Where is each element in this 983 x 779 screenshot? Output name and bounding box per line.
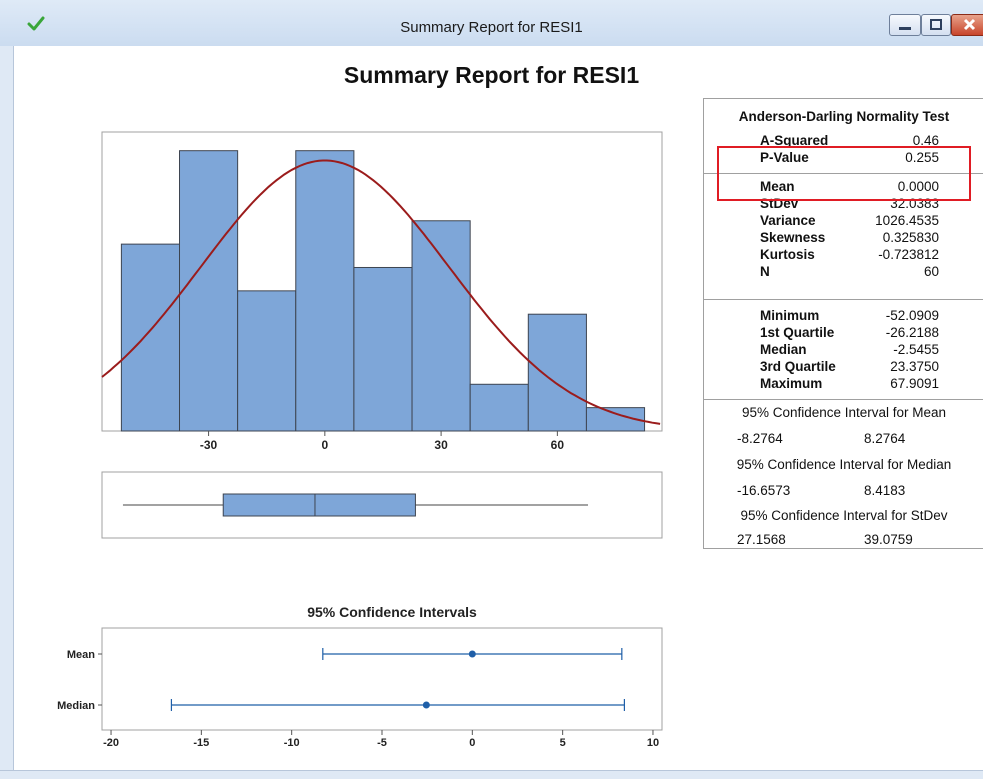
highlight-box	[717, 146, 971, 201]
stat-row-maximum: Maximum 67.9091	[704, 376, 983, 393]
stat-row-skewness: Skewness 0.325830	[704, 230, 983, 247]
ci-stdev-header: 95% Confidence Interval for StDev	[740, 508, 948, 523]
x-tick-label: 10	[647, 737, 659, 749]
stat-value: 23.3750	[890, 359, 939, 374]
stat-label: N	[760, 264, 770, 279]
ci-high: 39.0759	[864, 532, 913, 547]
ci-high: 8.2764	[864, 431, 906, 446]
stats-divider	[704, 399, 983, 400]
x-tick-label: 0	[321, 438, 328, 452]
stat-label: Variance	[760, 213, 816, 228]
ci-chart-frame	[101, 627, 663, 731]
stat-value: -0.723812	[878, 247, 939, 262]
stat-value: 0.325830	[882, 230, 939, 245]
ci-row-label: Mean	[67, 649, 95, 661]
ci-low: -16.6573	[737, 483, 791, 498]
x-tick-label: 5	[560, 737, 566, 749]
ci-low: 27.1568	[737, 532, 786, 547]
stat-value: 67.9091	[890, 376, 939, 391]
stat-row-3rd-quartile: 3rd Quartile 23.3750	[704, 359, 983, 376]
stat-value: -52.0909	[885, 308, 939, 323]
histogram-bar	[469, 383, 529, 432]
x-tick-label: 30	[434, 438, 448, 452]
ci-point-estimate	[468, 650, 476, 658]
x-tick-label: -15	[193, 737, 209, 749]
ci-point-estimate	[422, 701, 430, 709]
stat-value: -2.5455	[893, 342, 939, 357]
stat-row-variance: Variance 1026.4535	[704, 213, 983, 230]
stat-row-minimum: Minimum -52.0909	[704, 308, 983, 325]
histogram-bar	[411, 220, 471, 432]
stats-divider	[704, 299, 983, 300]
x-tick-label: -10	[284, 737, 300, 749]
ci-row-label: Median	[57, 700, 95, 712]
x-tick-label: -20	[103, 737, 119, 749]
x-tick-label: -5	[377, 737, 387, 749]
stat-label: Skewness	[760, 230, 826, 245]
stat-row-median: Median -2.5455	[704, 342, 983, 359]
stat-value: 1026.4535	[875, 213, 939, 228]
stat-row-n: N 60	[704, 264, 983, 281]
histogram-bar	[179, 150, 239, 432]
stat-label: Minimum	[760, 308, 820, 323]
x-tick-label: 60	[551, 438, 565, 452]
ci-mean-header: 95% Confidence Interval for Mean	[741, 405, 947, 420]
stat-label: 3rd Quartile	[760, 359, 836, 374]
stat-value: 60	[923, 264, 939, 279]
stat-row-kurtosis: Kurtosis -0.723812	[704, 247, 983, 264]
histogram-bar	[353, 266, 413, 432]
ci-low: -8.2764	[737, 431, 783, 446]
ci-chart-title: 95% Confidence Intervals	[307, 604, 477, 620]
x-tick-label: 0	[469, 737, 475, 749]
stat-label: Median	[760, 342, 807, 357]
stat-label: Maximum	[760, 376, 823, 391]
histogram-bar	[120, 243, 181, 432]
histogram-bar	[295, 150, 355, 432]
stat-row-1st-quartile: 1st Quartile -26.2188	[704, 325, 983, 342]
ci-high: 8.4183	[864, 483, 906, 498]
stat-label: 1st Quartile	[760, 325, 835, 340]
stat-value: -26.2188	[885, 325, 939, 340]
histogram-bar	[527, 313, 587, 432]
histogram-bar	[237, 290, 297, 432]
stat-label: Kurtosis	[760, 247, 815, 262]
x-tick-label: -30	[200, 438, 218, 452]
ad-test-header: Anderson-Darling Normality Test	[738, 109, 950, 124]
boxplot-box	[222, 493, 416, 517]
ci-median-header: 95% Confidence Interval for Median	[736, 457, 952, 472]
